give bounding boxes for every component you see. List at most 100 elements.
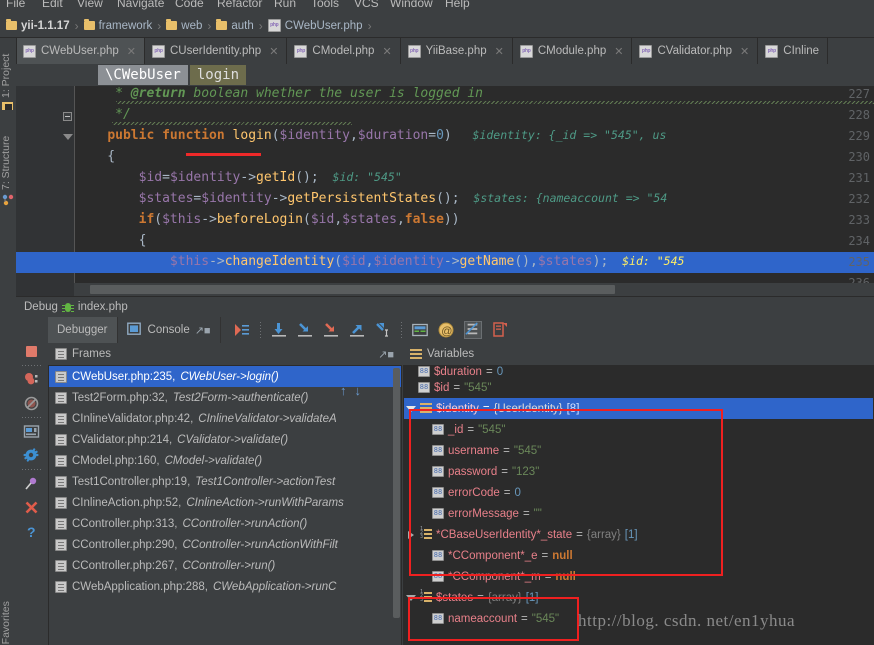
sidebar-item-structure[interactable]: 7: Structure <box>0 118 16 190</box>
frame-list-item[interactable]: CModel.php:160, CModel->validate() <box>49 450 401 471</box>
restore-layout-icon[interactable] <box>23 423 41 441</box>
line-number: 230 <box>848 150 870 164</box>
mute-breakpoints-toggle-icon[interactable] <box>463 321 482 339</box>
tab-cmodel-php[interactable]: CModel.php ✕ <box>287 38 401 64</box>
menu-item-file[interactable]: File <box>6 0 25 10</box>
variable-count: [1] <box>525 591 539 604</box>
view-breakpoints-icon[interactable] <box>23 371 41 389</box>
variable-row[interactable]: 123 *CBaseUserIdentity*_state = {array} … <box>404 524 873 545</box>
variable-row[interactable]: username = "545" <box>404 440 873 461</box>
breadcrumb-item-project[interactable]: yii-1.1.17 <box>6 14 70 38</box>
expand-arrow-icon[interactable] <box>406 594 416 601</box>
menu-item-navigate[interactable]: Navigate <box>117 0 164 10</box>
variable-row[interactable]: _id = "545" <box>404 419 873 440</box>
variable-eq: = <box>503 486 511 499</box>
arrow-down-icon[interactable]: ↓ <box>355 383 362 398</box>
breadcrumb-item-file[interactable]: CWebUser.php <box>267 14 363 38</box>
force-step-into-icon[interactable] <box>323 322 339 338</box>
variable-row[interactable]: $duration = 0 <box>404 366 873 377</box>
variable-row[interactable]: 123 $states = {array} [1] <box>404 587 873 608</box>
menu-item-run[interactable]: Run <box>274 0 296 10</box>
menu-item-window[interactable]: Window <box>390 0 433 10</box>
tab-cmodule-php[interactable]: CModule.php ✕ <box>512 38 633 64</box>
help-icon[interactable]: ? <box>23 523 41 541</box>
frames-scrollbar[interactable] <box>393 368 400 618</box>
tab-yiibase-php[interactable]: YiiBase.php ✕ <box>400 38 513 64</box>
tab-console[interactable]: Console ↗■ <box>118 317 221 343</box>
frame-list-item[interactable]: CInlineValidator.php:42, CInlineValidato… <box>49 408 401 429</box>
menu-item-edit[interactable]: Edit <box>42 0 63 10</box>
debug-action-rail: ? <box>16 317 49 645</box>
frame-list-item[interactable]: CValidator.php:214, CValidator->validate… <box>49 429 401 450</box>
pin-tab-icon[interactable] <box>23 475 41 493</box>
primitive-var-icon <box>432 613 444 624</box>
close-icon[interactable]: ✕ <box>495 45 504 58</box>
context-chip-class[interactable]: \CWebUser <box>98 65 188 85</box>
frames-sort-controls[interactable]: ↑ ↓ <box>340 383 361 398</box>
fold-marker[interactable] <box>63 112 72 121</box>
watches-icon[interactable]: @ <box>438 322 454 338</box>
variables-icon <box>410 348 422 360</box>
menu-item-vcs[interactable]: VCS <box>354 0 379 10</box>
editor-hscroll-thumb[interactable] <box>90 285 615 294</box>
frames-header: Frames ↗■ <box>48 343 402 365</box>
context-chip-method[interactable]: login <box>189 65 247 85</box>
frame-list-item[interactable]: CController.php:313, CController->runAct… <box>49 513 401 534</box>
step-over-icon[interactable] <box>271 322 287 338</box>
tab-cwebuser-php[interactable]: CWebUser.php ✕ <box>16 38 145 64</box>
frame-list-item[interactable]: Test1Controller.php:19, Test1Controller-… <box>49 471 401 492</box>
settings-icon[interactable] <box>492 322 508 338</box>
expand-arrow-icon[interactable] <box>408 530 414 539</box>
variable-row[interactable]: *CComponent*_e = null <box>404 545 873 566</box>
breadcrumb-item-web[interactable]: web <box>166 14 202 38</box>
sidebar-item-favorites[interactable]: 2: Favorites <box>0 578 16 645</box>
close-icon[interactable]: ✕ <box>740 45 749 58</box>
pin-arrow-icon[interactable]: ↗■ <box>378 348 394 361</box>
menu-item-help[interactable]: Help <box>445 0 470 10</box>
variable-row[interactable]: *CComponent*_m = null <box>404 566 873 587</box>
pin-arrow-icon[interactable]: ↗■ <box>195 324 211 337</box>
tab-cinline-php[interactable]: CInline <box>758 38 829 64</box>
close-icon[interactable]: ✕ <box>269 45 278 58</box>
breadcrumb-item-auth[interactable]: auth <box>216 14 254 38</box>
variable-row[interactable]: errorCode = 0 <box>404 482 873 503</box>
frame-list-item[interactable]: CController.php:290, CController->runAct… <box>49 534 401 555</box>
evaluate-expression-icon[interactable] <box>411 322 428 338</box>
expand-arrow-icon[interactable] <box>406 405 416 412</box>
run-to-cursor-icon[interactable] <box>375 322 391 338</box>
close-icon[interactable]: ✕ <box>614 45 623 58</box>
tab-debugger[interactable]: Debugger <box>48 317 118 343</box>
mute-breakpoints-icon[interactable] <box>23 395 41 413</box>
code-editor[interactable]: 227 228 229 230 231 232 233 234 235 236 … <box>16 64 874 296</box>
settings-gear-icon[interactable] <box>23 447 41 465</box>
tab-cvalidator-php[interactable]: CValidator.php ✕ <box>632 38 759 64</box>
variable-row[interactable]: password = "123" <box>404 461 873 482</box>
variables-pane: Variables $duration = 0 $id = "545" <box>403 343 874 645</box>
frames-list[interactable]: CWebUser.php:235, CWebUser->login() Test… <box>48 365 402 645</box>
close-icon[interactable]: ✕ <box>382 45 391 58</box>
close-icon[interactable]: ✕ <box>127 45 136 58</box>
show-execution-point-icon[interactable] <box>234 322 250 338</box>
variable-row[interactable]: errorMessage = "" <box>404 503 873 524</box>
menu-item-code[interactable]: Code <box>175 0 204 10</box>
editor-hscroll-track[interactable] <box>74 283 874 296</box>
variables-tree[interactable]: $duration = 0 $id = "545" $identity = {U… <box>403 365 874 645</box>
frame-list-item[interactable]: CController.php:267, CController->run() <box>49 555 401 576</box>
fold-arrow-icon[interactable] <box>63 134 73 140</box>
frame-list-item[interactable]: CInlineAction.php:52, CInlineAction->run… <box>49 492 401 513</box>
breadcrumb-item-framework[interactable]: framework <box>83 14 152 38</box>
menu-item-view[interactable]: View <box>77 0 103 10</box>
frame-list-item[interactable]: CWebApplication.php:288, CWebApplication… <box>49 576 401 597</box>
menu-item-refactor[interactable]: Refactor <box>217 0 262 10</box>
stop-icon[interactable] <box>23 343 41 361</box>
tab-cuseridentity-php[interactable]: CUserIdentity.php ✕ <box>145 38 288 64</box>
step-into-icon[interactable] <box>297 322 313 338</box>
variable-row[interactable]: $identity = {UserIdentity} [8] <box>404 398 873 419</box>
code-line-228: */ <box>76 107 131 122</box>
sidebar-item-project[interactable]: 1: Project <box>0 40 16 98</box>
variable-row[interactable]: $id = "545" <box>404 377 873 398</box>
menu-item-tools[interactable]: Tools <box>311 0 339 10</box>
step-out-icon[interactable] <box>349 322 365 338</box>
arrow-up-icon[interactable]: ↑ <box>340 383 347 398</box>
close-icon[interactable] <box>23 499 41 517</box>
